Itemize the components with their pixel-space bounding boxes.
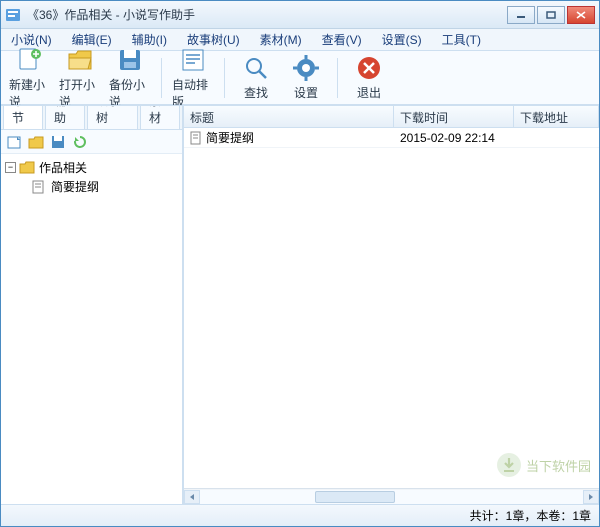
window-buttons xyxy=(507,6,595,24)
new-novel-button[interactable]: 新建小说 xyxy=(7,44,53,112)
status-text: 共计：1章，本卷：1章 xyxy=(470,507,591,524)
toolbar-separator xyxy=(224,58,225,98)
toolbar-separator xyxy=(161,58,162,98)
left-panel: 章节 辅助 故事树 素材 − 作品相关 简要提纲 xyxy=(1,106,183,504)
menu-settings[interactable]: 设置(S) xyxy=(376,29,428,50)
toolbar: 新建小说 打开小说 备份小说 自动排版 查找 设置 退出 xyxy=(1,51,599,105)
new-icon xyxy=(16,46,44,74)
left-tabs: 章节 辅助 故事树 素材 xyxy=(1,106,182,130)
tree-view[interactable]: − 作品相关 简要提纲 xyxy=(1,154,182,504)
list-view[interactable]: 简要提纲 2015-02-09 22:14 xyxy=(184,128,599,488)
list-row[interactable]: 简要提纲 2015-02-09 22:14 xyxy=(184,128,599,148)
main-body: 章节 辅助 故事树 素材 − 作品相关 简要提纲 xyxy=(1,105,599,504)
document-icon xyxy=(190,131,202,145)
cell-title: 简要提纲 xyxy=(184,129,394,146)
gear-icon xyxy=(292,54,320,82)
folder-open-icon xyxy=(19,161,35,175)
tree-new-folder-button[interactable] xyxy=(27,133,45,151)
list-header: 标题 下载时间 下载地址 xyxy=(184,106,599,128)
col-time[interactable]: 下载时间 xyxy=(394,106,514,127)
titlebar[interactable]: 《36》作品相关 - 小说写作助手 xyxy=(1,1,599,29)
tree-refresh-button[interactable] xyxy=(71,133,89,151)
exit-button[interactable]: 退出 xyxy=(346,52,392,103)
menu-tools[interactable]: 工具(T) xyxy=(436,29,487,50)
tab-storytree[interactable]: 故事树 xyxy=(87,105,138,129)
window-title: 《36》作品相关 - 小说写作助手 xyxy=(27,6,507,23)
tree-root-node[interactable]: − 作品相关 xyxy=(5,158,178,177)
exit-icon xyxy=(355,54,383,82)
minimize-button[interactable] xyxy=(507,6,535,24)
app-icon xyxy=(5,7,21,23)
tree-toolbar xyxy=(1,130,182,154)
tree-root-label: 作品相关 xyxy=(39,159,87,176)
menu-material[interactable]: 素材(M) xyxy=(254,29,308,50)
open-icon xyxy=(66,46,94,74)
app-window: 《36》作品相关 - 小说写作助手 小说(N) 编辑(E) 辅助(I) 故事树(… xyxy=(0,0,600,527)
maximize-button[interactable] xyxy=(537,6,565,24)
horizontal-scrollbar[interactable] xyxy=(184,488,599,504)
typeset-icon xyxy=(179,46,207,74)
col-url[interactable]: 下载地址 xyxy=(514,106,599,127)
close-button[interactable] xyxy=(567,6,595,24)
tree-save-button[interactable] xyxy=(49,133,67,151)
scroll-right-arrow[interactable] xyxy=(583,490,599,504)
tab-material[interactable]: 素材 xyxy=(140,105,180,129)
tab-chapters[interactable]: 章节 xyxy=(3,105,43,129)
settings-button[interactable]: 设置 xyxy=(283,52,329,103)
tab-assist[interactable]: 辅助 xyxy=(45,105,85,129)
tree-child-node[interactable]: 简要提纲 xyxy=(31,177,178,196)
document-icon xyxy=(31,180,47,194)
col-title[interactable]: 标题 xyxy=(184,106,394,127)
auto-typeset-button[interactable]: 自动排版 xyxy=(170,44,216,112)
menu-view[interactable]: 查看(V) xyxy=(316,29,368,50)
backup-novel-button[interactable]: 备份小说 xyxy=(107,44,153,112)
find-button[interactable]: 查找 xyxy=(233,52,279,103)
tree-collapse-icon[interactable]: − xyxy=(5,162,16,173)
statusbar: 共计：1章，本卷：1章 xyxy=(1,504,599,526)
scroll-thumb[interactable] xyxy=(315,491,395,503)
open-novel-button[interactable]: 打开小说 xyxy=(57,44,103,112)
toolbar-separator xyxy=(337,58,338,98)
cell-time: 2015-02-09 22:14 xyxy=(394,131,514,145)
search-icon xyxy=(242,54,270,82)
scroll-left-arrow[interactable] xyxy=(184,490,200,504)
scroll-track[interactable] xyxy=(200,490,583,504)
tree-child-label: 简要提纲 xyxy=(51,178,99,195)
tree-add-button[interactable] xyxy=(5,133,23,151)
backup-icon xyxy=(116,46,144,74)
right-panel: 标题 下载时间 下载地址 简要提纲 2015-02-09 22:14 xyxy=(183,106,599,504)
